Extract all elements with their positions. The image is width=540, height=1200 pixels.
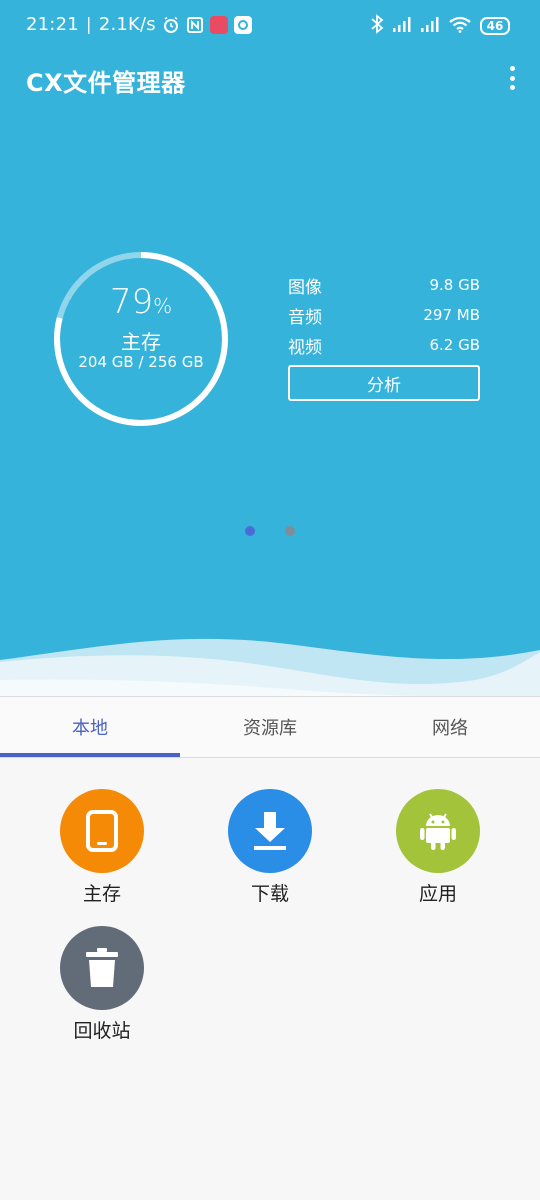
signal-icon-2 xyxy=(420,15,440,37)
more-options-icon[interactable] xyxy=(506,66,518,90)
storage-percent: 79% xyxy=(52,282,230,322)
status-separator: | xyxy=(85,14,92,35)
grid-item-recycle-bin[interactable]: 回收站 xyxy=(32,926,172,1043)
battery-icon: 46 xyxy=(480,17,510,35)
camera-notification-icon xyxy=(233,15,252,34)
grid-item-download[interactable]: 下载 xyxy=(200,789,340,906)
tab-bar: 本地 资源库 网络 xyxy=(0,696,540,758)
stat-row-video: 视频 6.2 GB xyxy=(288,330,480,360)
grid-label: 回收站 xyxy=(73,1020,131,1042)
storage-percent-number: 79 xyxy=(109,282,154,322)
bluetooth-icon xyxy=(370,14,384,38)
stat-value: 6.2 GB xyxy=(429,336,480,354)
wave-decoration xyxy=(0,638,540,700)
stat-value: 297 MB xyxy=(423,306,480,324)
trash-icon xyxy=(60,926,144,1010)
signal-icon-1 xyxy=(392,15,412,37)
status-net-speed: 2.1K/s xyxy=(98,14,156,35)
grid-label: 下载 xyxy=(250,883,289,905)
alarm-icon xyxy=(162,16,180,34)
storage-used-total: 204 GB / 256 GB xyxy=(78,353,204,371)
nfc-icon xyxy=(186,16,204,34)
stat-label: 音频 xyxy=(288,307,322,328)
grid-item-apps[interactable]: 应用 xyxy=(368,789,508,906)
status-bar: 21:21 | 2.1K/s 46 xyxy=(0,0,540,50)
status-left: 21:21 | 2.1K/s xyxy=(26,14,252,35)
stat-row-images: 图像 9.8 GB xyxy=(288,270,480,300)
storage-hero: 21:21 | 2.1K/s 46 CX文件管理器 79% 主存 204 GB … xyxy=(0,0,540,700)
analyze-button[interactable]: 分析 xyxy=(288,365,480,401)
status-time: 21:21 xyxy=(26,14,79,35)
grid-item-main-storage[interactable]: 主存 xyxy=(32,789,172,906)
stat-value: 9.8 GB xyxy=(429,276,480,294)
pager-dot-active[interactable] xyxy=(245,526,255,536)
tab-indicator xyxy=(0,753,180,757)
storage-percent-sign: % xyxy=(153,294,173,318)
stat-label: 视频 xyxy=(288,337,322,358)
tab-local[interactable]: 本地 xyxy=(0,697,180,757)
tablet-icon xyxy=(60,789,144,873)
stat-label: 图像 xyxy=(288,277,322,298)
android-icon xyxy=(396,789,480,873)
app-notification-icon xyxy=(209,15,228,34)
status-right: 46 xyxy=(370,14,510,38)
storage-label: 主存 xyxy=(121,330,161,354)
grid-label: 主存 xyxy=(82,883,121,905)
pager-dot-inactive[interactable] xyxy=(285,526,295,536)
tab-network[interactable]: 网络 xyxy=(360,697,540,757)
storage-ring-text: 79% 主存 204 GB / 256 GB xyxy=(52,250,230,428)
download-icon xyxy=(228,789,312,873)
tab-library[interactable]: 资源库 xyxy=(180,697,360,757)
wifi-icon xyxy=(448,15,472,37)
storage-stats: 图像 9.8 GB 音频 297 MB 视频 6.2 GB xyxy=(288,270,480,360)
grid-label: 应用 xyxy=(418,883,457,905)
app-title: CX文件管理器 xyxy=(26,69,186,97)
stat-row-audio: 音频 297 MB xyxy=(288,300,480,330)
